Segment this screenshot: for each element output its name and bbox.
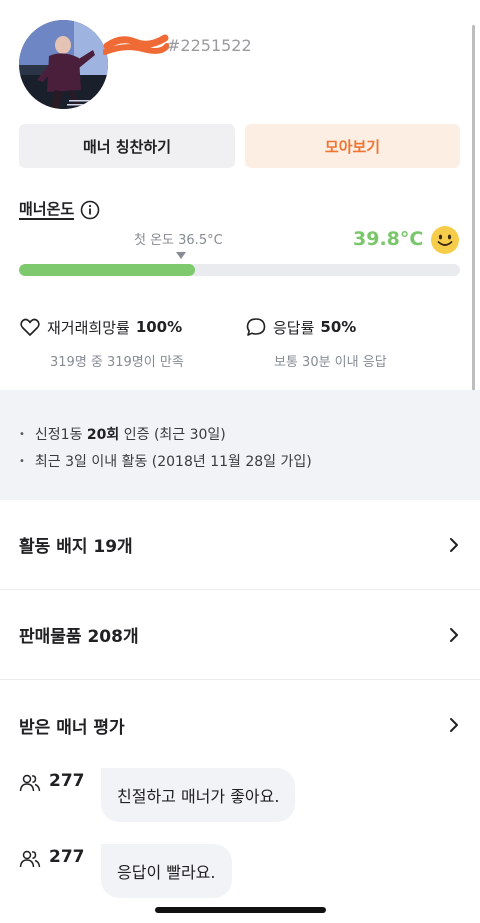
manner-temp-title[interactable]: 매너온도	[19, 200, 100, 220]
chevron-right-icon	[450, 718, 458, 732]
manner-review-item: 277 응답이 빨라요.	[19, 844, 232, 898]
sales-items-title: 판매물품 208개	[19, 627, 139, 647]
bullet: •	[19, 429, 25, 440]
info-icon[interactable]	[80, 200, 100, 220]
activity-badges-row[interactable]: 활동 배지 19개	[0, 500, 480, 590]
collect-view-button[interactable]: 모아보기	[245, 124, 460, 168]
manner-temp-label: 매너온도	[19, 200, 75, 220]
review-bubble: 친절하고 매너가 좋아요.	[101, 768, 296, 822]
profile-name: #2251522	[103, 32, 252, 58]
rehire-rate: 재거래희망률 100%	[19, 316, 182, 338]
manner-temp-bar-fill	[19, 264, 195, 276]
first-temp-marker	[176, 252, 186, 259]
chevron-right-icon	[450, 627, 458, 642]
avatar[interactable]	[19, 20, 108, 109]
redacted-nickname	[103, 34, 169, 55]
rehire-value: 100%	[135, 318, 183, 336]
bullet: •	[19, 456, 25, 467]
rehire-sub: 319명 중 319명이 만족	[50, 355, 184, 370]
people-icon	[19, 774, 41, 792]
avatar-image	[19, 20, 108, 109]
review-count: 277	[49, 771, 85, 791]
rehire-label: 재거래희망률	[47, 318, 130, 337]
manner-temp-bar	[19, 264, 460, 276]
info-section	[0, 390, 480, 500]
current-temp-value: 39.8°C	[353, 228, 424, 250]
first-temp-label: 첫 온도 36.5°C	[134, 233, 223, 248]
user-id: #2251522	[167, 35, 252, 55]
info-activity-text: 최근 3일 이내 활동 (2018년 11월 28일 가입)	[34, 454, 312, 470]
info-activity: • 최근 3일 이내 활동 (2018년 11월 28일 가입)	[19, 451, 312, 471]
response-rate: 응답률 50%	[245, 316, 356, 338]
sales-items-row[interactable]: 판매물품 208개	[0, 590, 480, 680]
people-icon	[19, 850, 41, 868]
review-bubble: 응답이 빨라요.	[101, 844, 232, 898]
chevron-right-icon	[450, 537, 458, 552]
review-count: 277	[49, 847, 85, 867]
info-verification: • 신정1동 20회 인증 (최근 30일)	[19, 424, 226, 444]
manner-praise-button[interactable]: 매너 칭찬하기	[19, 124, 235, 168]
info-verification-prefix: 신정1동	[34, 427, 87, 443]
info-verification-suffix: 인증 (최근 30일)	[119, 427, 226, 443]
chat-bubble-icon	[246, 318, 266, 336]
heart-icon	[20, 318, 40, 336]
profile-header	[19, 20, 108, 109]
response-value: 50%	[320, 318, 357, 336]
response-sub: 보통 30분 이내 응답	[274, 355, 387, 370]
info-verification-count: 20회	[86, 427, 120, 443]
activity-badges-title: 활동 배지 19개	[19, 537, 133, 557]
smile-face-icon	[431, 226, 459, 254]
manner-review-item: 277 친절하고 매너가 좋아요.	[19, 768, 296, 822]
home-indicator[interactable]	[155, 907, 326, 913]
response-label: 응답률	[273, 318, 315, 337]
manner-reviews-title: 받은 매너 평가	[19, 717, 125, 738]
manner-reviews-row[interactable]: 받은 매너 평가	[0, 680, 480, 770]
